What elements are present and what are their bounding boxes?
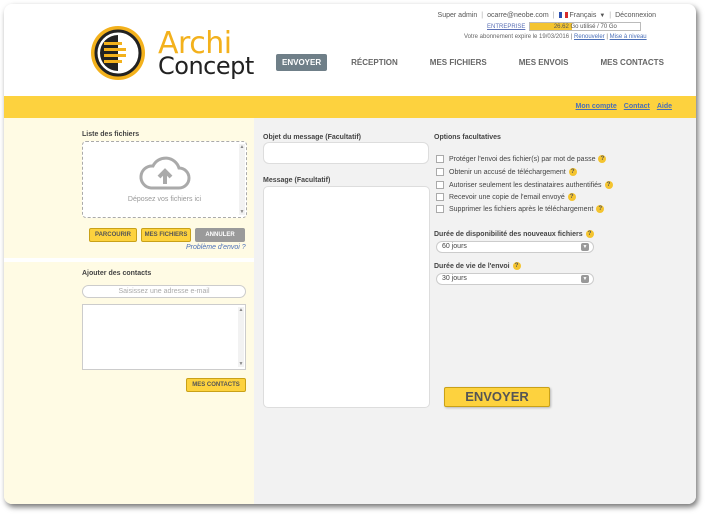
caret-down-icon: ▼ [599, 12, 606, 19]
top-bar: Super admin | ocarre@neobe.com | Françai… [438, 9, 656, 21]
chevron-down-icon: ▼ [581, 243, 589, 251]
option-delete-after-download[interactable]: Supprimer les fichiers après le téléchar… [436, 205, 605, 213]
help-link[interactable]: Aide [657, 103, 672, 110]
quota-text: 26.62 Go utilisé / 70 Go [553, 24, 617, 30]
option-email-copy[interactable]: Recevoir une copie de l'email envoyé ? [436, 193, 576, 201]
user-role: Super admin [437, 11, 478, 19]
contacts-scrollbar[interactable]: ▲ ▼ [238, 307, 244, 367]
option-label: Obtenir un accusé de téléchargement [449, 168, 566, 176]
logo[interactable]: Archi Concept [88, 22, 254, 84]
option-download-receipt[interactable]: Obtenir un accusé de téléchargement ? [436, 168, 577, 176]
nav-reception[interactable]: RÉCEPTION [351, 58, 398, 67]
upgrade-link[interactable]: Mise à niveau [610, 34, 647, 40]
option-label: Autoriser seulement les destinataires au… [449, 181, 602, 189]
user-email: ocarre@neobe.com [487, 11, 549, 19]
browse-button[interactable]: PARCOURIR [89, 228, 137, 242]
quota-row: ENTREPRISE 26.62 Go utilisé / 70 Go [487, 22, 642, 31]
option-password[interactable]: Protéger l'envoi des fichier(s) par mot … [436, 155, 607, 163]
file-list-title: Liste des fichiers [82, 131, 140, 138]
nav-envoyer[interactable]: ENVOYER [276, 54, 328, 71]
send-button[interactable]: ENVOYER [444, 387, 550, 407]
email-input[interactable]: Saisissez une adresse e-mail [82, 285, 246, 298]
nav-mes-contacts[interactable]: MES CONTACTS [601, 58, 664, 67]
quota-label[interactable]: ENTREPRISE [487, 24, 525, 30]
availability-value: 60 jours [442, 243, 467, 250]
subscription-expiry: Votre abonnement expire le 19/03/2016 | … [464, 34, 647, 40]
main-nav: ENVOYER RÉCEPTION MES FICHIERS MES ENVOI… [276, 54, 696, 71]
nav-mes-envois[interactable]: MES ENVOIS [519, 58, 569, 67]
my-files-button[interactable]: MES FICHIERS [141, 228, 191, 242]
message-label: Message (Facultatif) [263, 177, 331, 184]
lifetime-select[interactable]: 30 jours ▼ [436, 273, 594, 285]
quota-bar: 26.62 Go utilisé / 70 Go [529, 22, 642, 31]
archi-concept-logo-icon [91, 26, 145, 80]
lifetime-label-text: Durée de vie de l'envoi [434, 262, 510, 270]
help-icon[interactable]: ? [604, 181, 613, 189]
scroll-down-icon: ▼ [239, 209, 245, 215]
message-panel: Objet du message (Facultatif) Message (F… [254, 118, 696, 504]
my-account-link[interactable]: Mon compte [576, 103, 617, 110]
availability-label: Durée de disponibilité des nouveaux fich… [434, 230, 594, 238]
app-window: Super admin | ocarre@neobe.com | Françai… [4, 4, 696, 504]
option-label: Supprimer les fichiers après le téléchar… [449, 205, 594, 213]
availability-label-text: Durée de disponibilité des nouveaux fich… [434, 230, 583, 238]
help-icon[interactable]: ? [585, 230, 594, 238]
checkbox[interactable] [436, 155, 444, 163]
chevron-down-icon: ▼ [581, 275, 589, 283]
options-title: Options facultatives [434, 134, 501, 141]
section-divider [4, 258, 254, 262]
dropzone-scrollbar[interactable]: ▲ ▼ [239, 144, 245, 215]
option-label: Recevoir une copie de l'email envoyé [449, 193, 565, 201]
cancel-button[interactable]: ANNULER [195, 228, 245, 242]
renew-link[interactable]: Renouveler [574, 34, 605, 40]
option-label: Protéger l'envoi des fichier(s) par mot … [449, 155, 596, 163]
lifetime-value: 30 jours [442, 275, 467, 282]
checkbox[interactable] [436, 181, 444, 189]
lifetime-label: Durée de vie de l'envoi ? [434, 262, 521, 270]
french-flag-icon [558, 11, 568, 18]
file-dropzone[interactable]: Déposez vos fichiers ici ▲ ▼ [82, 141, 247, 218]
contact-link[interactable]: Contact [624, 103, 650, 110]
help-icon[interactable]: ? [596, 205, 605, 213]
logo-text-concept: Concept [158, 52, 254, 80]
cloud-upload-icon [139, 156, 191, 190]
availability-select[interactable]: 60 jours ▼ [436, 241, 594, 253]
language-select[interactable]: Français ▼ [558, 11, 606, 19]
add-contacts-title: Ajouter des contacts [82, 270, 152, 277]
message-textarea[interactable] [263, 186, 430, 408]
separator: | [609, 11, 612, 19]
scroll-down-icon: ▼ [238, 361, 244, 367]
option-authenticated-only[interactable]: Autoriser seulement les destinataires au… [436, 181, 613, 189]
language-label: Français [569, 11, 597, 19]
help-icon[interactable]: ? [512, 262, 521, 270]
secondary-band: Mon compte Contact Aide [4, 96, 696, 118]
contacts-list-box[interactable]: ▲ ▼ [82, 304, 246, 370]
upload-problem-link[interactable]: Problème d'envoi ? [186, 244, 246, 251]
separator: | [481, 11, 484, 19]
separator: | [552, 11, 555, 19]
checkbox[interactable] [436, 193, 444, 201]
checkbox[interactable] [436, 205, 444, 213]
scroll-up-icon: ▲ [239, 144, 245, 150]
help-icon[interactable]: ? [598, 155, 607, 163]
dropzone-text: Déposez vos fichiers ici [127, 196, 202, 203]
subject-label: Objet du message (Facultatif) [263, 134, 362, 141]
checkbox[interactable] [436, 168, 444, 176]
logout-link[interactable]: Déconnexion [615, 12, 656, 19]
help-icon[interactable]: ? [567, 193, 576, 201]
subject-input[interactable] [263, 142, 429, 164]
help-icon[interactable]: ? [568, 168, 577, 176]
left-column: Liste des fichiers Déposez vos fichiers … [4, 118, 254, 504]
scroll-up-icon: ▲ [238, 307, 244, 313]
account-links: Mon compte Contact Aide [569, 103, 672, 110]
expiry-text: Votre abonnement expire le 19/03/2016 [464, 34, 570, 40]
nav-mes-fichiers[interactable]: MES FICHIERS [430, 58, 487, 67]
my-contacts-button[interactable]: MES CONTACTS [186, 378, 246, 392]
